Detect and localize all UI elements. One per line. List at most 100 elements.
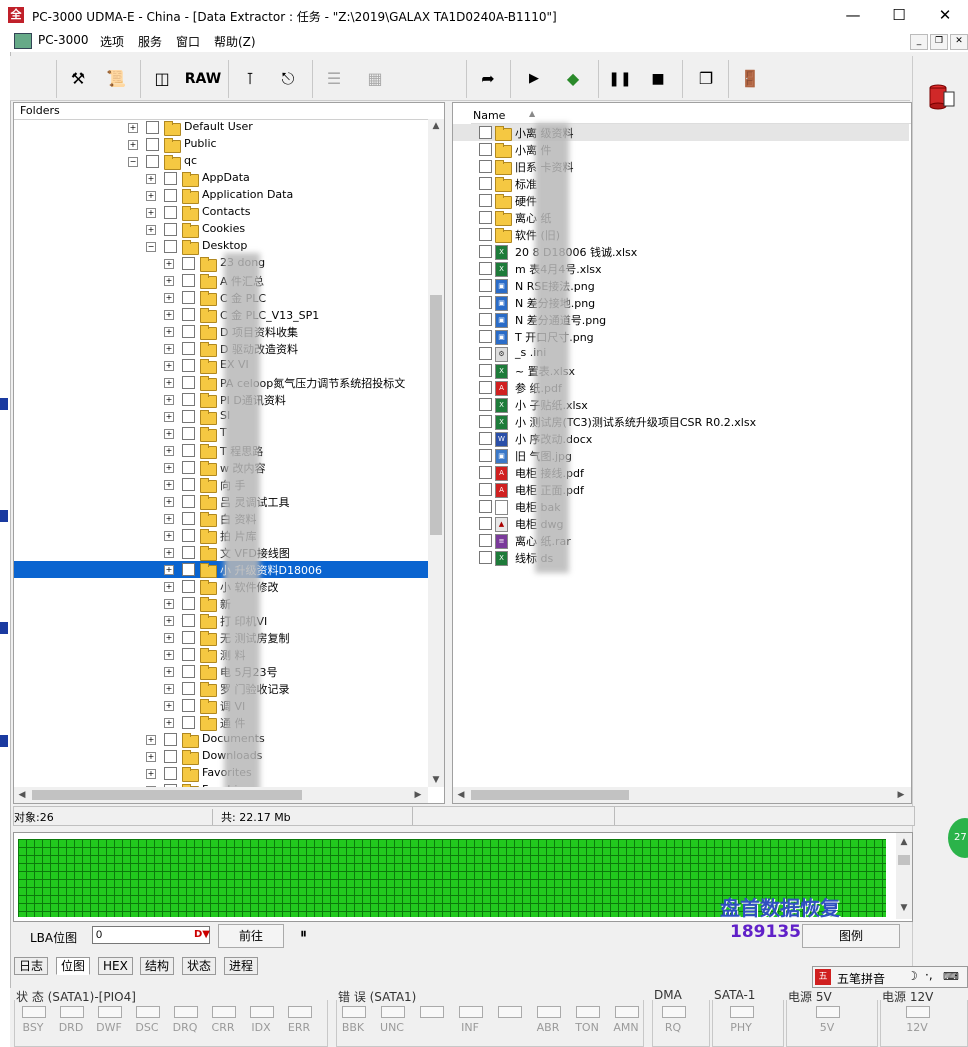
folder-checkbox[interactable] xyxy=(182,274,195,287)
expand-icon[interactable]: + xyxy=(164,633,174,643)
folder-checkbox[interactable] xyxy=(182,393,195,406)
folder-checkbox[interactable] xyxy=(182,648,195,661)
pause-icon[interactable]: ❚❚ xyxy=(606,64,634,94)
windows-icon[interactable]: ❐ xyxy=(690,64,722,94)
folder-checkbox[interactable] xyxy=(164,206,177,219)
expand-icon[interactable]: + xyxy=(164,650,174,660)
expand-icon[interactable]: + xyxy=(164,531,174,541)
tree-icon[interactable]: ☰ xyxy=(320,64,348,94)
grid-scrollbar[interactable]: ▲ ▼ xyxy=(896,833,912,919)
folder-tree-row[interactable]: +SI xyxy=(14,408,428,425)
expand-icon[interactable]: + xyxy=(164,684,174,694)
scroll-up-arrow[interactable]: ▲ xyxy=(896,837,912,847)
file-list-panel[interactable]: Name ▲ 小离 级资料小离 件旧系 卡资料标准硬件离心 纸软件 (旧) X 20 … xyxy=(452,102,912,804)
folders-tree-panel[interactable]: Folders + Default User + Public − qc + AppData +… xyxy=(13,102,445,804)
folder-tree-row[interactable]: +A 件汇总 xyxy=(14,272,428,289)
expand-icon[interactable]: + xyxy=(146,208,156,218)
folder-tree-row[interactable]: +C 金 PLC xyxy=(14,289,428,306)
tab-process[interactable]: 进程 xyxy=(224,957,259,975)
file-checkbox[interactable] xyxy=(479,347,492,360)
file-list-item[interactable]: ▣N RSE接法.png xyxy=(453,277,909,294)
keyboard-icon[interactable]: ⌨ xyxy=(943,970,959,983)
expand-icon[interactable]: + xyxy=(164,276,174,286)
scroll-down-arrow[interactable]: ▼ xyxy=(896,903,912,913)
folder-checkbox[interactable] xyxy=(182,444,195,457)
menu-pc3000[interactable]: PC-3000 xyxy=(38,33,88,47)
lba-input[interactable] xyxy=(92,926,210,944)
close-button[interactable]: ✕ xyxy=(922,0,968,30)
folder-checkbox[interactable] xyxy=(182,308,195,321)
mdi-restore-button[interactable]: ❐ xyxy=(930,34,948,50)
folder-checkbox[interactable] xyxy=(182,478,195,491)
expand-icon[interactable]: + xyxy=(164,293,174,303)
file-list-item[interactable]: X小 子贴纸.xlsx xyxy=(453,396,909,413)
export-icon[interactable]: ➦ xyxy=(474,64,502,94)
folder-tree-row[interactable]: + PA celoop氮气压力调节系统招投标文 xyxy=(14,374,428,391)
tab-structure[interactable]: 结构 xyxy=(140,957,175,975)
file-list-item[interactable]: 硬件 xyxy=(453,192,909,209)
mdi-close-button[interactable]: ✕ xyxy=(950,34,968,50)
folder-checkbox[interactable] xyxy=(182,410,195,423)
folder-checkbox[interactable] xyxy=(182,512,195,525)
folder-tree-row[interactable]: +Documents xyxy=(14,731,428,748)
folder-tree-row[interactable]: + Contacts xyxy=(14,204,428,221)
file-checkbox[interactable] xyxy=(479,381,492,394)
folder-tree-row[interactable]: + Public xyxy=(14,136,428,153)
folder-checkbox[interactable] xyxy=(182,597,195,610)
file-checkbox[interactable] xyxy=(479,211,492,224)
ime-toolbar[interactable]: 五 五笔拼音 ☽ ·, ⌨ xyxy=(812,966,968,988)
folder-tree-row[interactable]: +向 手 xyxy=(14,476,428,493)
folder-checkbox[interactable] xyxy=(164,223,177,236)
file-checkbox[interactable] xyxy=(479,364,492,377)
name-column-header[interactable]: Name ▲ xyxy=(471,109,911,124)
folder-checkbox[interactable] xyxy=(182,614,195,627)
expand-icon[interactable]: + xyxy=(164,599,174,609)
folder-tree-row[interactable]: − qc xyxy=(14,153,428,170)
file-list-item[interactable]: ▣旧 气图.jpg xyxy=(453,447,909,464)
menu-service[interactable]: 服务 xyxy=(138,33,162,50)
file-checkbox[interactable] xyxy=(479,194,492,207)
expand-icon[interactable]: + xyxy=(164,565,174,575)
folders-horizontal-scrollbar[interactable]: ◀ ▶ xyxy=(14,787,428,803)
file-checkbox[interactable] xyxy=(479,228,492,241)
file-checkbox[interactable] xyxy=(479,466,492,479)
file-checkbox[interactable] xyxy=(479,432,492,445)
folder-checkbox[interactable] xyxy=(182,342,195,355)
file-list-item[interactable]: ▲电柜 dwg xyxy=(453,515,909,532)
expand-icon[interactable]: + xyxy=(164,701,174,711)
folder-checkbox[interactable] xyxy=(182,376,195,389)
expand-icon[interactable]: + xyxy=(164,361,174,371)
menu-window[interactable]: 窗口 xyxy=(176,33,200,50)
minimize-button[interactable]: — xyxy=(830,0,876,30)
expand-icon[interactable]: + xyxy=(164,310,174,320)
folder-checkbox[interactable] xyxy=(164,733,177,746)
database-icon[interactable] xyxy=(928,82,956,112)
file-checkbox[interactable] xyxy=(479,449,492,462)
legend-button[interactable]: 图例 xyxy=(802,924,900,948)
expand-icon[interactable]: + xyxy=(164,582,174,592)
file-list-item[interactable]: Xm 表4月4号.xlsx xyxy=(453,260,909,277)
folder-tree-row[interactable]: + Application Data xyxy=(14,187,428,204)
file-list-item[interactable]: ≡离心 纸.rar xyxy=(453,532,909,549)
folder-tree-row[interactable]: + AppData xyxy=(14,170,428,187)
folder-tree-row[interactable]: +PI D通讯资料 xyxy=(14,391,428,408)
expand-icon[interactable]: + xyxy=(164,395,174,405)
scroll-down-arrow[interactable]: ▼ xyxy=(428,775,444,785)
folder-tree-row[interactable]: − Desktop xyxy=(14,238,428,255)
folder-tree-row[interactable]: +调 VI xyxy=(14,697,428,714)
scroll-left-arrow[interactable]: ◀ xyxy=(14,790,30,800)
folder-tree-row[interactable]: +小 软件修改 xyxy=(14,578,428,595)
folder-tree-row[interactable]: +D 项目资料收集 xyxy=(14,323,428,340)
folder-checkbox[interactable] xyxy=(182,257,195,270)
play-icon[interactable]: ▶ xyxy=(520,64,548,94)
file-checkbox[interactable] xyxy=(479,245,492,258)
folder-checkbox[interactable] xyxy=(182,291,195,304)
connect-icon[interactable]: ◆ xyxy=(556,64,590,94)
folder-checkbox[interactable] xyxy=(182,495,195,508)
mdi-minimize-button[interactable]: _ xyxy=(910,34,928,50)
folder-checkbox[interactable] xyxy=(182,529,195,542)
expand-icon[interactable]: + xyxy=(164,616,174,626)
expand-icon[interactable]: + xyxy=(164,344,174,354)
file-list-item[interactable]: A电柜 接线.pdf xyxy=(453,464,909,481)
file-checkbox[interactable] xyxy=(479,177,492,190)
